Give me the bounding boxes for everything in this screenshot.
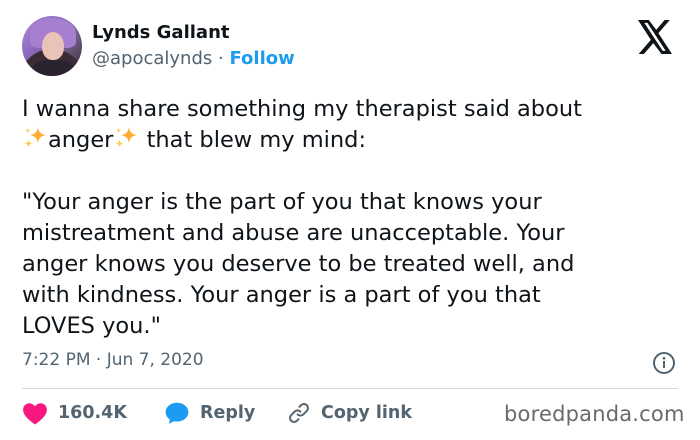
tweet-line-2-rest: that blew my mind: [139, 127, 367, 153]
avatar-shirt [32, 60, 74, 76]
handle-separator: · [218, 48, 224, 69]
follow-button[interactable]: Follow [229, 48, 294, 69]
tweet-card: Lynds Gallant @apocalynds · Follow I wan… [0, 0, 700, 440]
tweet-quote: "Your anger is the part of you that know… [22, 189, 575, 339]
tweet-text: I wanna share something my therapist sai… [22, 94, 692, 342]
copy-link-label: Copy link [321, 403, 412, 423]
heart-icon [23, 403, 47, 425]
x-logo-icon[interactable] [636, 20, 674, 54]
sparkles-icon [115, 127, 138, 148]
tweet-anger-word: anger [48, 127, 114, 153]
watermark: boredpanda.com [504, 402, 685, 426]
reply-bubble-icon [165, 402, 189, 424]
avatar[interactable] [22, 16, 82, 76]
tweet-timestamp[interactable]: 7:22 PM · Jun 7, 2020 [22, 350, 204, 370]
copy-link-button[interactable]: Copy link [287, 398, 412, 428]
likes-count: 160.4K [58, 403, 127, 423]
reply-label: Reply [200, 403, 256, 423]
user-handle[interactable]: @apocalynds [92, 48, 212, 69]
sparkles-icon [24, 127, 46, 148]
tweet-line-1: I wanna share something my therapist sai… [22, 96, 582, 122]
user-handle-line: @apocalynds · Follow [92, 48, 295, 69]
avatar-face [42, 32, 64, 60]
info-icon[interactable] [652, 351, 676, 375]
user-display-name[interactable]: Lynds Gallant [92, 22, 230, 43]
link-icon [289, 403, 309, 423]
divider [22, 388, 678, 389]
reply-button[interactable]: Reply [164, 398, 255, 428]
like-button[interactable]: 160.4K [22, 398, 127, 428]
